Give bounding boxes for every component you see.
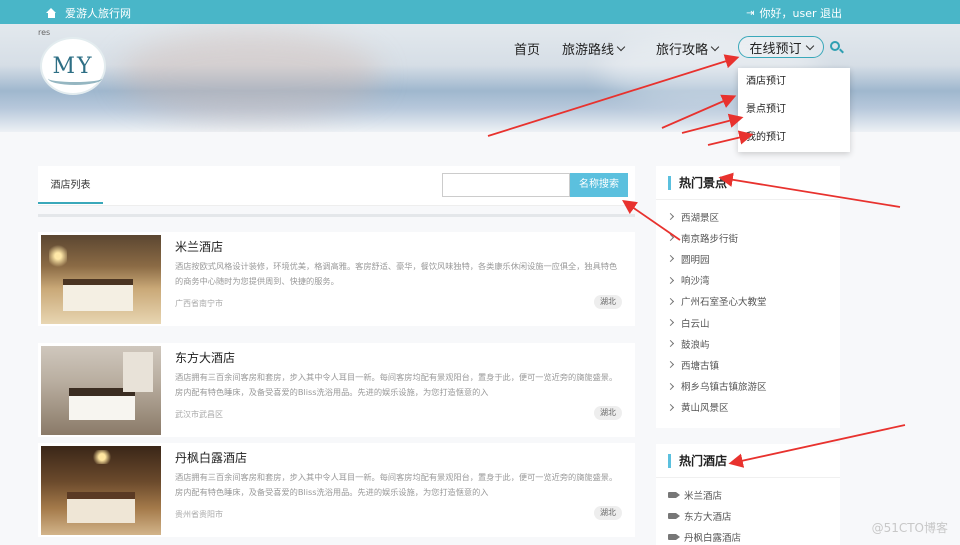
hotel-image[interactable] bbox=[41, 446, 161, 535]
name-search-button[interactable]: 名称搜索 bbox=[570, 173, 628, 197]
hot-hotels-title: 热门酒店 bbox=[679, 454, 728, 468]
hotel-list-panel: 酒店列表 名称搜索 米兰酒店 酒店按欧式风格设计装修，环境优美，格调高雅。客房舒… bbox=[38, 166, 635, 545]
dropdown-item-my-orders[interactable]: 我的预订 bbox=[738, 124, 850, 152]
search-icon[interactable] bbox=[830, 41, 840, 51]
scenic-label: 鼓浪屿 bbox=[681, 339, 710, 351]
scenic-item[interactable]: 鼓浪屿 bbox=[666, 333, 840, 354]
home-icon bbox=[46, 8, 57, 18]
nav-guide-label: 旅行攻略 bbox=[656, 43, 709, 58]
site-name: 爱游人旅行网 bbox=[65, 7, 131, 20]
dropdown-item-scenic[interactable]: 景点预订 bbox=[738, 96, 850, 124]
region-badge: 湖北 bbox=[594, 295, 622, 309]
scenic-label: 圆明园 bbox=[681, 254, 710, 266]
hot-hotel-item[interactable]: 米兰酒店 bbox=[668, 484, 840, 505]
search-input[interactable] bbox=[442, 173, 570, 197]
user-greeting[interactable]: 你好，user 退出 bbox=[760, 5, 843, 21]
chevron-down-icon bbox=[616, 42, 626, 52]
tag-icon bbox=[668, 512, 680, 519]
accent-bar bbox=[668, 453, 671, 468]
hot-hotel-label: 丹枫白露酒店 bbox=[684, 532, 742, 544]
nav-home-label: 首页 bbox=[514, 43, 541, 58]
chevron-right-icon bbox=[666, 297, 675, 305]
top-bar: 爱游人旅行网 ⇥ 你好，user 退出 bbox=[0, 0, 960, 24]
nav-home[interactable]: 首页 bbox=[514, 39, 540, 58]
tag-icon bbox=[668, 491, 680, 498]
hot-hotel-label: 米兰酒店 bbox=[684, 490, 723, 502]
region-badge: 湖北 bbox=[594, 506, 622, 520]
scenic-label: 黄山风景区 bbox=[681, 403, 729, 415]
scenic-label: 响沙湾 bbox=[681, 276, 710, 288]
chevron-right-icon bbox=[666, 403, 675, 411]
chevron-right-icon bbox=[666, 213, 675, 221]
hotel-description: 酒店按欧式风格设计装修，环境优美，格调高雅。客房舒适、豪华，餐饮风味独特，各类康… bbox=[175, 261, 618, 286]
hotel-card[interactable]: 米兰酒店 酒店按欧式风格设计装修，环境优美，格调高雅。客房舒适、豪华，餐饮风味独… bbox=[38, 232, 635, 326]
panel-header: 热门酒店 bbox=[656, 444, 840, 478]
hotel-name[interactable]: 丹枫白露酒店 bbox=[175, 449, 620, 466]
scenic-item[interactable]: 白云山 bbox=[666, 312, 840, 333]
chevron-down-icon bbox=[710, 42, 720, 52]
hotel-location: 贵州省贵阳市 bbox=[175, 510, 223, 519]
scenic-item[interactable]: 西塘古镇 bbox=[666, 354, 840, 375]
chevron-right-icon bbox=[666, 318, 675, 327]
sign-in-icon: ⇥ bbox=[746, 7, 755, 19]
scenic-label: 南京路步行街 bbox=[681, 233, 739, 245]
nav-booking-label: 在线预订 bbox=[749, 41, 802, 57]
chevron-right-icon bbox=[666, 276, 675, 284]
tab-hotel-list[interactable]: 酒店列表 bbox=[38, 166, 103, 204]
scenic-item[interactable]: 黄山风景区 bbox=[666, 397, 840, 418]
hotel-rank-list: 米兰酒店 东方大酒店 丹枫白露酒店 bbox=[656, 478, 840, 545]
hot-scenic-title: 热门景点 bbox=[679, 176, 728, 190]
hotel-name[interactable]: 东方大酒店 bbox=[175, 349, 620, 366]
hotel-description: 酒店拥有三百余间客房和套房，步入其中令人耳目一新。每间客房均配有景观阳台，置身于… bbox=[175, 372, 618, 397]
scenic-item[interactable]: 桐乡乌镇古镇旅游区 bbox=[666, 376, 840, 397]
chevron-right-icon bbox=[666, 255, 675, 263]
site-home-link[interactable]: 爱游人旅行网 bbox=[46, 5, 131, 21]
scenic-item[interactable]: 响沙湾 bbox=[666, 270, 840, 291]
scenic-label: 西湖景区 bbox=[681, 212, 720, 224]
nav-guide[interactable]: 旅行攻略 bbox=[656, 39, 720, 58]
nav-booking[interactable]: 在线预订 bbox=[738, 36, 824, 58]
watermark: @51CTO博客 bbox=[871, 521, 948, 535]
nav-routes-label: 旅游路线 bbox=[562, 43, 615, 58]
chevron-right-icon bbox=[666, 361, 675, 369]
dropdown-item-hotel[interactable]: 酒店预订 bbox=[738, 68, 850, 96]
hot-hotel-item[interactable]: 丹枫白露酒店 bbox=[668, 526, 840, 545]
hot-hotel-label: 东方大酒店 bbox=[684, 511, 732, 523]
scenic-label: 西塘古镇 bbox=[681, 360, 720, 372]
hotel-description: 酒店拥有三百余间客房和套房，步入其中令人耳目一新。每间客房均配有景观阳台，置身于… bbox=[175, 472, 618, 497]
hotel-image[interactable] bbox=[41, 235, 161, 324]
chevron-right-icon bbox=[666, 340, 675, 348]
scenic-item[interactable]: 南京路步行街 bbox=[666, 227, 840, 248]
panel-header: 热门景点 bbox=[656, 166, 840, 200]
hotel-image[interactable] bbox=[41, 346, 161, 435]
hot-hotels-panel: 热门酒店 米兰酒店 东方大酒店 丹枫白露酒店 bbox=[656, 444, 840, 545]
hotel-location: 广西省南宁市 bbox=[175, 299, 223, 308]
hotel-location: 武汉市武昌区 bbox=[175, 410, 223, 419]
hotel-name[interactable]: 米兰酒店 bbox=[175, 238, 620, 255]
divider bbox=[38, 214, 635, 217]
hot-scenic-panel: 热门景点 西湖景区 南京路步行街 圆明园 响沙湾 广州石室圣心大教堂 白云山 鼓… bbox=[656, 166, 840, 428]
user-area[interactable]: ⇥ 你好，user 退出 bbox=[746, 5, 842, 21]
chevron-right-icon bbox=[666, 234, 675, 242]
chevron-right-icon bbox=[666, 382, 675, 390]
tab-bar: 酒店列表 名称搜索 bbox=[38, 166, 635, 206]
scenic-label: 广州石室圣心大教堂 bbox=[681, 297, 767, 309]
scenic-item[interactable]: 广州石室圣心大教堂 bbox=[666, 291, 840, 312]
scenic-list: 西湖景区 南京路步行街 圆明园 响沙湾 广州石室圣心大教堂 白云山 鼓浪屿 西塘… bbox=[656, 200, 840, 418]
nav-routes[interactable]: 旅游路线 bbox=[562, 39, 626, 58]
region-badge: 湖北 bbox=[594, 406, 622, 420]
hotel-card[interactable]: 丹枫白露酒店 酒店拥有三百余间客房和套房，步入其中令人耳目一新。每间客房均配有景… bbox=[38, 443, 635, 537]
hotel-card[interactable]: 东方大酒店 酒店拥有三百余间客房和套房，步入其中令人耳目一新。每间客房均配有景观… bbox=[38, 343, 635, 437]
tag-icon bbox=[668, 533, 680, 540]
booking-dropdown: 酒店预订 景点预订 我的预订 bbox=[738, 68, 850, 152]
scenic-label: 桐乡乌镇古镇旅游区 bbox=[681, 382, 767, 394]
chevron-down-icon bbox=[805, 41, 814, 50]
accent-bar bbox=[668, 175, 671, 190]
scenic-item[interactable]: 西湖景区 bbox=[666, 206, 840, 227]
hot-hotel-item[interactable]: 东方大酒店 bbox=[668, 505, 840, 526]
scenic-item[interactable]: 圆明园 bbox=[666, 248, 840, 269]
scenic-label: 白云山 bbox=[681, 318, 710, 330]
